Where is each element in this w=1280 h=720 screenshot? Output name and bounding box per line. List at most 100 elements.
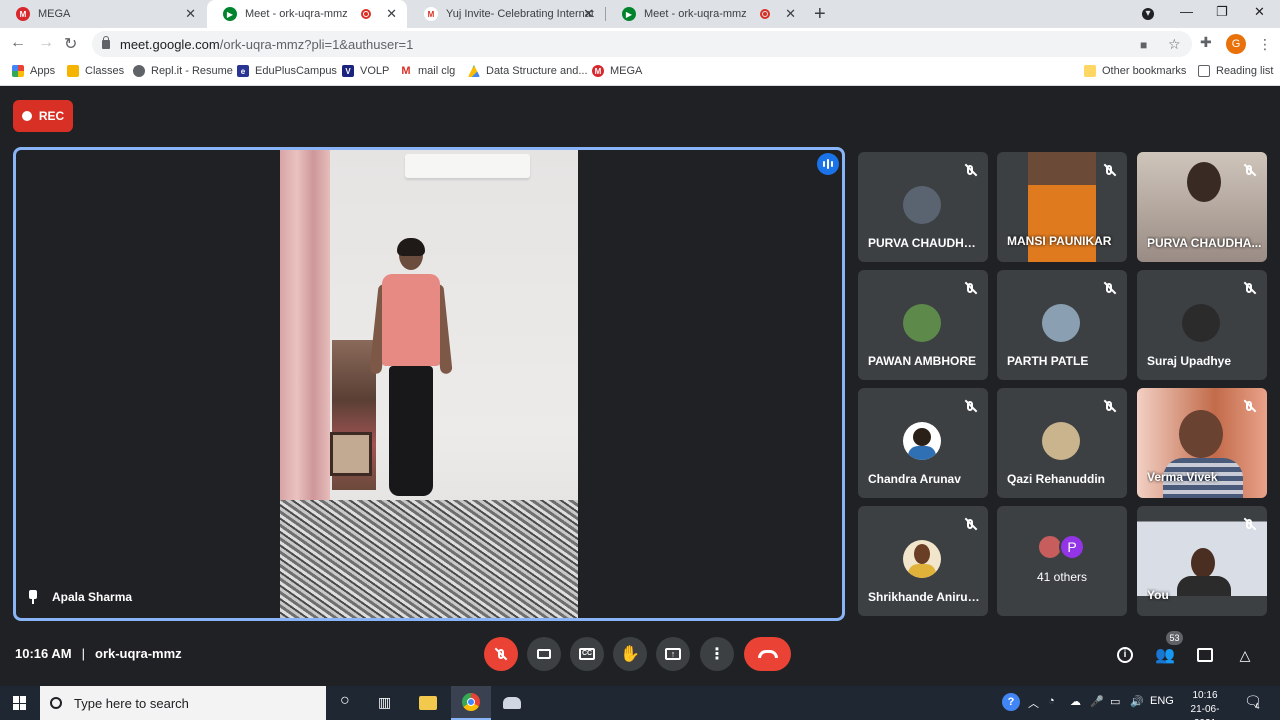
people-icon: 👥	[1155, 647, 1175, 664]
apps-grid-icon	[12, 65, 24, 77]
camera-permission-icon[interactable]: ■	[1140, 38, 1147, 52]
camera-toggle-button[interactable]	[527, 637, 561, 671]
avatar	[903, 422, 941, 460]
close-icon[interactable]: ✕	[386, 6, 397, 22]
volp-icon: V	[342, 65, 354, 77]
bookmark-eduplus[interactable]: e EduPlusCampus	[237, 65, 337, 77]
chat-button[interactable]	[1194, 644, 1216, 666]
avatar	[903, 186, 941, 224]
extensions-icon[interactable]: ✚	[1200, 34, 1212, 51]
present-screen-icon: ↑	[665, 648, 681, 660]
avatar: P	[1059, 534, 1085, 560]
address-bar[interactable]: meet.google.com /ork-uqra-mmz?pli=1&auth…	[92, 31, 1192, 57]
participant-tile[interactable]: Qazi Rehanuddin	[997, 388, 1127, 498]
chrome-taskbar-icon[interactable]	[451, 686, 491, 720]
avatar	[1042, 304, 1080, 342]
maximize-button[interactable]: ❐	[1216, 4, 1228, 20]
tab-meet-active[interactable]: ▶ Meet - ork-uqra-mmz ✕	[207, 0, 407, 28]
present-button[interactable]: ↑	[656, 637, 690, 671]
mic-tray-icon[interactable]: 🎤	[1090, 695, 1104, 708]
tab-search-icon[interactable]: ▾	[1142, 8, 1154, 20]
participant-tile[interactable]: MANSI PAUNIKAR	[997, 152, 1127, 262]
chevron-up-icon[interactable]: ︿	[1028, 695, 1039, 711]
chrome-menu-icon[interactable]: ⋮	[1258, 36, 1272, 53]
cortana-icon[interactable]: ○	[340, 692, 350, 710]
participant-tile[interactable]: You	[1137, 506, 1267, 616]
battery-icon[interactable]: ▭	[1110, 695, 1120, 708]
participant-name: Suraj Upadhye	[1147, 354, 1232, 368]
participant-tile[interactable]: Suraj Upadhye	[1137, 270, 1267, 380]
bookmark-replit[interactable]: Repl.it - Resume	[133, 65, 233, 77]
eduplus-icon: e	[237, 65, 249, 77]
participant-video	[1191, 548, 1215, 578]
mic-toggle-button[interactable]	[484, 637, 518, 671]
bookmark-classes[interactable]: Classes	[67, 65, 124, 77]
participant-tile[interactable]: PARTH PATLE	[997, 270, 1127, 380]
others-tile[interactable]: P 41 others	[997, 506, 1127, 616]
participant-video	[1187, 162, 1221, 202]
close-icon[interactable]: ✕	[785, 6, 796, 22]
close-icon[interactable]: ✕	[583, 6, 594, 22]
more-options-button[interactable]: ⋮	[700, 637, 734, 671]
participant-tile[interactable]: Shrikhande Anirud...	[858, 506, 988, 616]
record-dot-icon	[21, 111, 32, 121]
gmail-icon: M	[400, 65, 412, 77]
minimize-button[interactable]: —	[1180, 4, 1193, 19]
back-icon[interactable]: ←	[10, 34, 26, 52]
tab-meet-2[interactable]: ▶ Meet - ork-uqra-mmz ✕	[606, 0, 806, 28]
captions-button[interactable]: CC	[570, 637, 604, 671]
help-icon[interactable]: ?	[1002, 693, 1020, 711]
tab-title: MEGA	[38, 8, 71, 20]
onedrive-icon[interactable]: ☁	[1070, 695, 1081, 708]
profile-avatar[interactable]: G	[1226, 34, 1246, 54]
activities-button[interactable]: △	[1234, 644, 1256, 666]
participant-name: PAWAN AMBHORE	[868, 354, 976, 368]
notification-count: 4	[1255, 702, 1260, 711]
taskbar-search[interactable]: Type here to search	[40, 686, 326, 720]
participant-tile[interactable]: Chandra Arunav	[858, 388, 988, 498]
snipping-tool-icon[interactable]	[492, 686, 532, 720]
mic-off-icon	[1099, 278, 1119, 298]
people-button[interactable]: 👥	[1154, 644, 1176, 666]
bookmark-apps[interactable]: Apps	[12, 65, 55, 77]
language-indicator[interactable]: ENG	[1150, 695, 1174, 707]
volume-icon[interactable]: 🔊	[1130, 695, 1144, 708]
mic-off-icon	[960, 160, 980, 180]
close-icon[interactable]: ✕	[185, 6, 196, 22]
bookmark-volp[interactable]: V VOLP	[342, 65, 389, 77]
task-view-icon[interactable]: ▥	[378, 694, 391, 711]
participant-tile[interactable]: Verma Vivek	[1137, 388, 1267, 498]
participant-tile[interactable]: PURVA CHAUDHA...	[1137, 152, 1267, 262]
tab-mega[interactable]: M MEGA ✕	[0, 0, 206, 28]
tab-yuj-invite[interactable]: M Yuj Invite- Celebrating Internatio ✕	[408, 0, 604, 28]
main-speaker-tile[interactable]: Apala Sharma	[13, 147, 845, 621]
leave-call-button[interactable]	[744, 637, 791, 671]
taskbar-clock[interactable]: 10:16 21-06-2021	[1180, 689, 1230, 720]
reading-list[interactable]: Reading list	[1198, 65, 1273, 77]
recording-icon	[361, 9, 371, 19]
windows-start-icon[interactable]	[13, 696, 27, 710]
main-speaker-name: Apala Sharma	[28, 590, 132, 604]
folder-icon	[1084, 65, 1096, 77]
new-tab-button[interactable]: +	[814, 3, 826, 26]
bookmark-mega[interactable]: M MEGA	[592, 65, 642, 77]
pin-icon[interactable]	[28, 590, 38, 604]
chat-icon	[1197, 648, 1213, 662]
network-icon[interactable]: ◔	[1048, 695, 1055, 707]
bookmark-data-structure[interactable]: Data Structure and...	[468, 65, 588, 77]
close-window-button[interactable]: ✕	[1254, 4, 1265, 20]
mega-icon: M	[16, 7, 30, 21]
raise-hand-button[interactable]: ✋	[613, 637, 647, 671]
meeting-info-button[interactable]: i	[1114, 644, 1136, 666]
bookmark-other[interactable]: Other bookmarks	[1084, 65, 1186, 77]
mic-off-icon	[1239, 160, 1259, 180]
participant-tile[interactable]: PAWAN AMBHORE	[858, 270, 988, 380]
avatar	[1042, 422, 1080, 460]
forward-icon[interactable]: →	[38, 34, 54, 52]
bookmark-mail-clg[interactable]: M mail clg	[400, 65, 455, 77]
bookmark-star-icon[interactable]: ☆	[1168, 36, 1181, 53]
reload-icon[interactable]: ↻	[64, 34, 77, 54]
participant-tile[interactable]: PURVA CHAUDHARI	[858, 152, 988, 262]
recording-indicator[interactable]: REC	[13, 100, 73, 132]
file-explorer-icon[interactable]	[408, 686, 448, 720]
